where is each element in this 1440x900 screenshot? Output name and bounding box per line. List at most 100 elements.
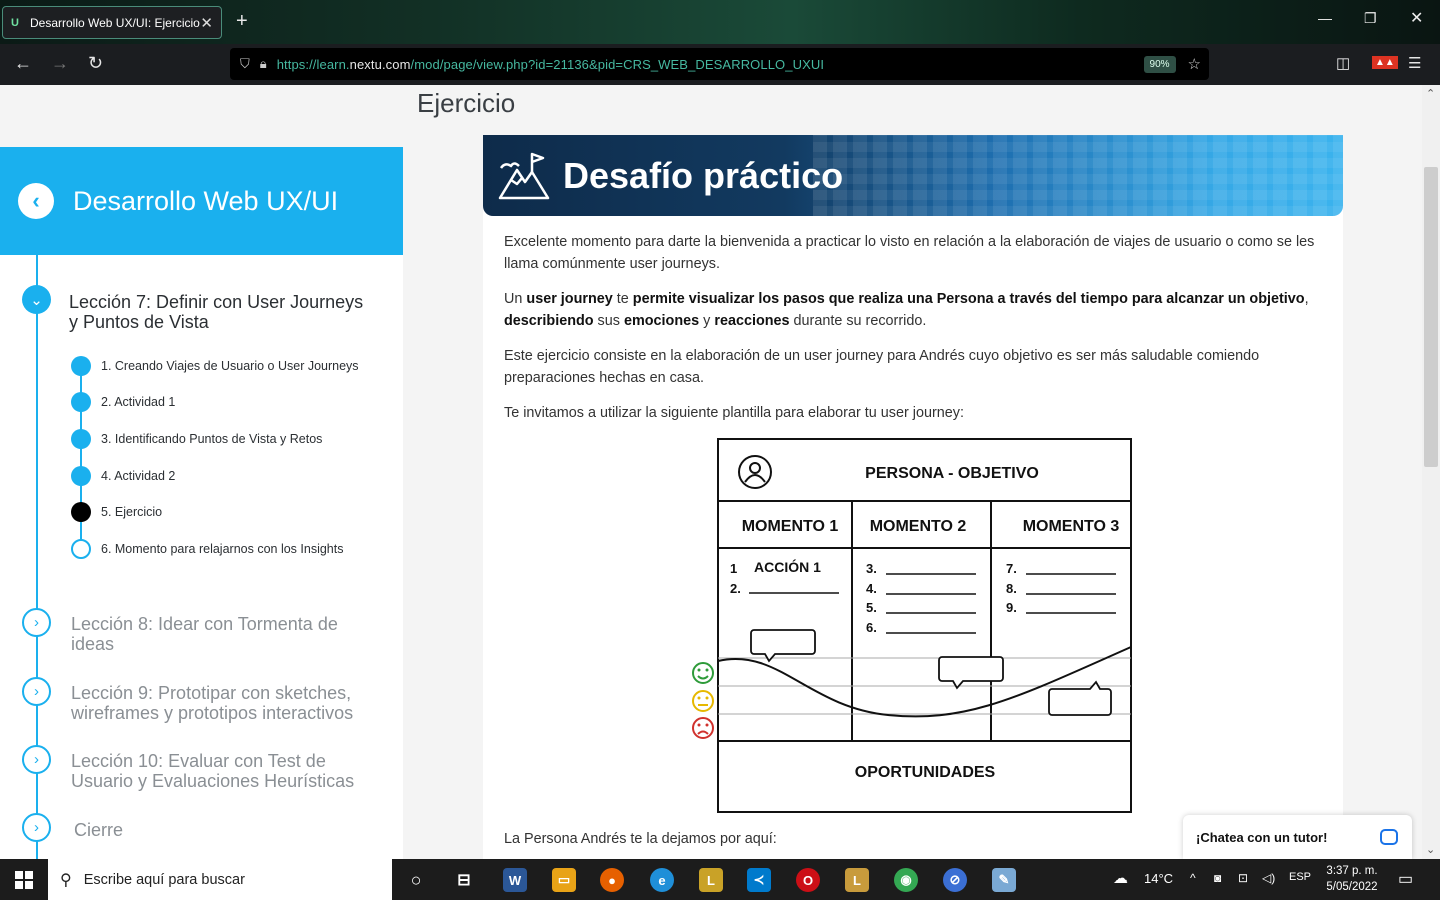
firefox-icon[interactable]: ● — [600, 868, 624, 892]
task-view-icon[interactable]: ⊟ — [452, 868, 476, 892]
close-tab-icon[interactable]: ✕ — [200, 14, 213, 32]
bookmark-star-icon[interactable]: ☆ — [1188, 55, 1201, 73]
subitem-4[interactable]: 4. Actividad 2 — [71, 466, 175, 486]
subitem-6[interactable]: 6. Momento para relajarnos con los Insig… — [71, 539, 344, 559]
diagram-header: PERSONA - OBJETIVO — [865, 465, 1039, 482]
paint-icon[interactable]: ✎ — [992, 868, 1016, 892]
step-3: 3. — [866, 561, 877, 576]
lock-icon[interactable]: 🔒︎ — [260, 56, 267, 72]
minimize-icon[interactable]: — — [1318, 10, 1332, 26]
taskbar-search[interactable]: ⚲ Escribe aquí para buscar — [48, 859, 392, 900]
persona-icon — [738, 455, 772, 489]
subitem-2[interactable]: 2. Actividad 1 — [71, 392, 175, 412]
scroll-up-icon[interactable]: ⌃ — [1426, 87, 1435, 100]
lesson-8-title[interactable]: Lección 8: Idear con Tormenta de ideas — [71, 614, 371, 654]
vscode-icon[interactable]: ≺ — [747, 868, 771, 892]
weather-icon[interactable]: ☁ — [1113, 869, 1128, 887]
restore-icon[interactable]: ❐ — [1364, 10, 1377, 27]
notifications-icon[interactable]: ▭ — [1398, 869, 1413, 889]
forward-icon[interactable]: → — [51, 53, 69, 74]
moment-2-label: MOMENTO 2 — [870, 518, 967, 535]
chevron-right-icon[interactable]: › — [22, 813, 51, 842]
scroll-down-icon[interactable]: ⌄ — [1426, 843, 1435, 856]
window-close-icon[interactable]: ✕ — [1410, 8, 1423, 28]
game-launcher-icon[interactable]: L — [845, 868, 869, 892]
meet-icon[interactable]: ◙ — [1214, 871, 1221, 885]
keyboard-background — [813, 135, 1343, 216]
step-2: 2. — [730, 581, 741, 596]
lesson-active-title[interactable]: Lección 7: Definir con User Journeys y P… — [69, 292, 369, 332]
lesson-9-title[interactable]: Lección 9: Prototipar con sketches, wire… — [71, 683, 381, 723]
url-text: https://learn.nextu.com/mod/page/view.ph… — [276, 56, 825, 72]
status-dot — [71, 356, 91, 376]
address-bar[interactable]: ⛉ 🔒︎ https://learn.nextu.com/mod/page/vi… — [230, 48, 1209, 80]
mountain-flag-icon — [498, 152, 550, 199]
speech-bubble — [938, 656, 1004, 690]
network-icon[interactable]: ⊡ — [1238, 871, 1248, 885]
word-icon[interactable]: W — [503, 868, 527, 892]
page-scrollbar[interactable]: ⌃ ⌄ — [1422, 85, 1440, 859]
reload-icon[interactable]: ↻ — [88, 53, 103, 74]
search-placeholder: Escribe aquí para buscar — [83, 871, 245, 888]
windows-taskbar: ⚲ Escribe aquí para buscar ○ ⊟ W ▭ ● e L… — [0, 859, 1440, 900]
zoom-badge[interactable]: 90% — [1143, 55, 1176, 73]
status-dot — [71, 392, 91, 412]
status-dot — [71, 502, 91, 522]
temperature[interactable]: 14°C — [1144, 871, 1173, 886]
scroll-thumb[interactable] — [1424, 167, 1438, 467]
pocket-icon[interactable]: ◫ — [1336, 54, 1350, 72]
banner-title: Desafío práctico — [563, 154, 844, 196]
extension-icon[interactable]: ▲▲ — [1372, 56, 1398, 69]
moment-1-label: MOMENTO 1 — [742, 518, 839, 535]
site-favicon-icon: U — [11, 16, 19, 29]
exercise-paragraph: Este ejercicio consiste en la elaboració… — [504, 348, 1260, 386]
browser-tab[interactable]: U Desarrollo Web UX/UI: Ejercicio ✕ — [2, 6, 222, 39]
sad-face-icon — [692, 717, 714, 739]
app-circle-icon[interactable]: ⊘ — [943, 868, 967, 892]
windows-start-icon[interactable] — [0, 859, 48, 900]
clock-time: 3:37 p. m. — [1326, 865, 1378, 877]
chevron-right-icon[interactable]: › — [22, 608, 51, 637]
opera-icon[interactable]: O — [796, 868, 820, 892]
lesson-10-title[interactable]: Lección 10: Evaluar con Test de Usuario … — [71, 751, 381, 791]
course-sidebar: ‹ Desarrollo Web UX/UI ⌄ Lección 7: Defi… — [0, 147, 403, 859]
chrome-icon[interactable]: ◉ — [894, 868, 918, 892]
step-4: 4. — [866, 581, 877, 596]
speech-bubble — [1048, 680, 1112, 716]
step-6: 6. — [866, 620, 877, 635]
new-tab-icon[interactable]: + — [236, 10, 248, 33]
course-title: Desarrollo Web UX/UI — [73, 185, 339, 216]
tray-chevron-icon[interactable]: ^ — [1190, 871, 1196, 885]
edge-icon[interactable]: e — [650, 868, 674, 892]
status-dot — [71, 429, 91, 449]
shield-icon[interactable]: ⛉ — [240, 56, 250, 72]
definition-paragraph: Un user journey te permite visualizar lo… — [504, 291, 1309, 329]
speech-bubble — [750, 629, 816, 663]
back-arrow-icon[interactable]: ‹ — [18, 183, 54, 219]
back-icon[interactable]: ← — [14, 53, 32, 74]
invite-paragraph: Te invitamos a utilizar la siguiente pla… — [504, 405, 964, 421]
cortana-icon[interactable]: ○ — [404, 868, 428, 892]
menu-icon[interactable]: ☰ — [1408, 54, 1421, 72]
clock-date: 5/05/2022 — [1326, 881, 1378, 893]
subitem-5[interactable]: 5. Ejercicio — [71, 502, 162, 522]
subitem-3[interactable]: 3. Identificando Puntos de Vista y Retos — [71, 429, 322, 449]
file-explorer-icon[interactable]: ▭ — [552, 868, 576, 892]
moment-3-label: MOMENTO 3 — [1023, 518, 1120, 535]
app-icon[interactable]: L — [699, 868, 723, 892]
chat-widget[interactable]: ¡Chatea con un tutor! — [1183, 815, 1412, 859]
chevron-right-icon[interactable]: › — [22, 745, 51, 774]
chevron-down-icon[interactable]: ⌄ — [22, 285, 51, 314]
step-8: 8. — [1006, 581, 1017, 596]
subitem-1[interactable]: 1. Creando Viajes de Usuario o User Jour… — [71, 356, 359, 376]
chevron-right-icon[interactable]: › — [22, 677, 51, 706]
step-9: 9. — [1006, 600, 1017, 615]
step-5: 5. — [866, 600, 877, 615]
cierre-title[interactable]: Cierre — [74, 820, 123, 840]
content-card: Desafío práctico Excelente momento para … — [483, 135, 1343, 859]
step-7: 7. — [1006, 561, 1017, 576]
language-indicator[interactable]: ESP — [1289, 871, 1311, 883]
clock[interactable]: 3:37 p. m. 5/05/2022 — [1316, 863, 1388, 895]
volume-icon[interactable]: ◁) — [1262, 871, 1275, 885]
status-dot — [71, 466, 91, 486]
